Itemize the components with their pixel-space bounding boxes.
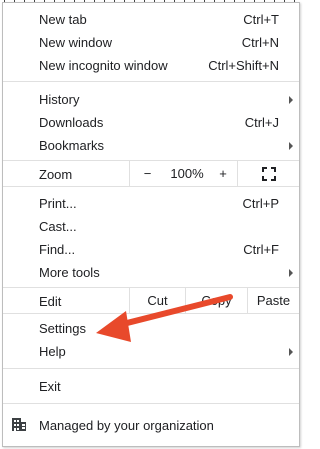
menu-item-shortcut: Ctrl+P: [242, 196, 279, 211]
zoom-in-button[interactable]: +: [209, 161, 237, 186]
menu-item-new-window[interactable]: New window Ctrl+N: [3, 31, 299, 54]
menu-item-label: More tools: [39, 265, 100, 280]
menu-item-bookmarks[interactable]: Bookmarks: [3, 134, 299, 157]
menu-item-label: Cast...: [39, 219, 77, 234]
menu-item-exit[interactable]: Exit: [3, 375, 299, 398]
menu-separator: [3, 81, 299, 82]
submenu-arrow-icon: [289, 96, 293, 104]
menu-item-shortcut: Ctrl+F: [243, 242, 279, 257]
menu-separator: [3, 186, 299, 187]
menu-item-label: New window: [39, 35, 112, 50]
menu-item-label: Find...: [39, 242, 76, 257]
menu-item-label: Help: [39, 344, 66, 359]
cut-button[interactable]: Cut: [129, 288, 185, 313]
menu-separator: [3, 313, 299, 314]
menu-item-label: Exit: [39, 379, 61, 394]
menu-item-new-incognito-window[interactable]: New incognito window Ctrl+Shift+N: [3, 54, 299, 77]
menu-item-settings[interactable]: Settings: [3, 317, 299, 340]
menu-item-find[interactable]: Find... Ctrl+F: [3, 238, 299, 261]
menu-item-label: History: [39, 92, 80, 107]
submenu-arrow-icon: [289, 269, 293, 277]
menu-item-label: New tab: [39, 12, 87, 27]
copy-button[interactable]: Copy: [185, 288, 247, 313]
paste-button[interactable]: Paste: [247, 288, 299, 313]
menu-item-shortcut: Ctrl+J: [244, 115, 279, 130]
fullscreen-button[interactable]: [237, 161, 299, 186]
menu-item-new-tab[interactable]: New tab Ctrl+T: [3, 8, 299, 31]
menu-item-label: New incognito window: [39, 58, 168, 73]
edit-label: Edit: [39, 294, 62, 309]
submenu-arrow-icon: [289, 142, 293, 150]
submenu-arrow-icon: [289, 348, 293, 356]
menu-item-shortcut: Ctrl+T: [243, 12, 279, 27]
menu-item-label: Print...: [39, 196, 77, 211]
menu-item-label: Downloads: [39, 115, 104, 130]
zoom-label: Zoom: [39, 167, 73, 182]
managed-by-organization[interactable]: Managed by your organization: [3, 410, 299, 440]
building-icon: [12, 418, 26, 431]
menu-item-shortcut: Ctrl+Shift+N: [208, 58, 279, 73]
zoom-out-button[interactable]: −: [129, 161, 165, 186]
zoom-level: 100%: [170, 166, 204, 181]
menu-separator: [3, 403, 299, 404]
menu-item-history[interactable]: History: [3, 88, 299, 111]
menu-item-more-tools[interactable]: More tools: [3, 261, 299, 284]
menu-item-label: Settings: [39, 321, 86, 336]
fullscreen-icon: [262, 167, 276, 181]
menu-item-print[interactable]: Print... Ctrl+P: [3, 192, 299, 215]
menu-item-label: Bookmarks: [39, 138, 105, 153]
menu-item-downloads[interactable]: Downloads Ctrl+J: [3, 111, 299, 134]
chrome-main-menu: New tab Ctrl+T New window Ctrl+N New inc…: [2, 2, 300, 447]
menu-item-shortcut: Ctrl+N: [241, 35, 279, 50]
managed-label: Managed by your organization: [39, 418, 214, 433]
edit-row: Edit Cut Copy Paste: [3, 288, 299, 313]
menu-item-cast[interactable]: Cast...: [3, 215, 299, 238]
menu-item-help[interactable]: Help: [3, 340, 299, 363]
menu-separator: [3, 368, 299, 369]
zoom-row: Zoom − 100% +: [3, 161, 299, 186]
